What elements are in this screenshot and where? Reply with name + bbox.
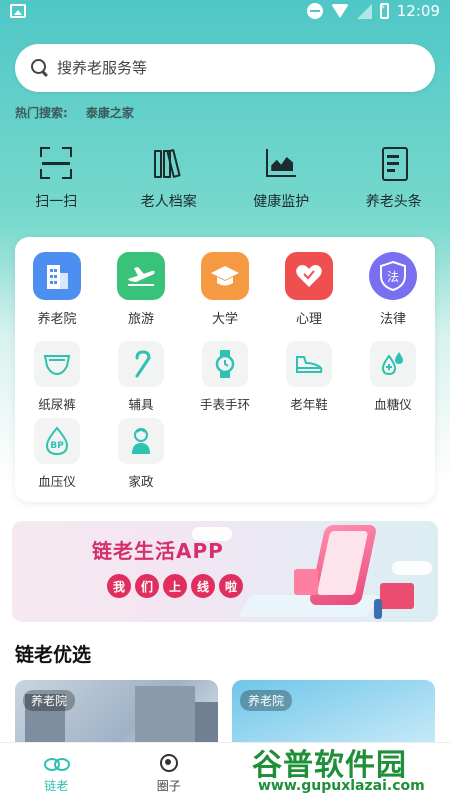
cloud-decoration [392,561,432,575]
banner-subtitle-char: 们 [135,574,159,598]
housekeeper-icon [118,418,164,464]
quick-action-label: 健康监护 [253,194,310,210]
banner-subtitle-char: 我 [107,574,131,598]
heart-icon [285,252,333,300]
service-label: 旅游 [127,312,154,327]
health-monitor-icon [263,145,299,181]
services-card: 养老院 旅游 大学 心理 法 法律 纸尿裤 辅具 手表手环 老年鞋 血糖仪 BP… [15,237,435,502]
promo-banner[interactable]: 链老生活APP 我 们 上 线 啦 [12,521,438,622]
circle-icon [157,753,181,773]
service-university[interactable]: 大学 [183,252,267,327]
service-label: 老年鞋 [290,397,328,412]
search-icon [31,59,49,77]
service-law[interactable]: 法 法律 [351,252,435,327]
hot-search-item[interactable]: 泰康之家 [86,104,134,121]
quick-action-label: 老人档案 [140,194,197,210]
service-elderly-shoes[interactable]: 老年鞋 [267,341,351,413]
diaper-icon [34,341,80,387]
service-label: 血糖仪 [374,397,412,412]
person-illustration [374,599,382,619]
service-travel[interactable]: 旅游 [99,252,183,327]
service-label: 手表手环 [199,397,250,412]
tab-lianlao[interactable]: 链老 [0,743,113,800]
news-icon [376,145,412,181]
law-glyph: 法 [387,270,399,284]
service-watch[interactable]: 手表手环 [183,341,267,413]
building-illustration [135,686,195,750]
archive-icon [151,145,187,181]
tab-label: 链老 [44,779,69,793]
quick-action-scan[interactable]: 扫一扫 [0,145,113,211]
service-assistive-device[interactable]: 辅具 [99,341,183,413]
do-not-disturb-icon [306,3,323,19]
gift-box-icon [380,583,414,609]
shopping-bag-icon [294,569,318,595]
service-label: 血压仪 [38,474,76,489]
quick-action-news[interactable]: 养老头条 [338,145,450,211]
pick-tag: 养老院 [23,690,76,711]
airplane-icon [117,252,165,300]
service-blood-pressure[interactable]: BP 血压仪 [15,418,99,490]
scan-icon [38,145,74,181]
pick-tag: 养老院 [240,690,293,711]
service-label: 养老院 [37,312,77,327]
link-icon [44,753,71,773]
wifi-icon [330,4,349,18]
quick-action-label: 扫一扫 [35,194,78,210]
quick-action-archive[interactable]: 老人档案 [113,145,226,211]
service-label: 家政 [128,474,154,489]
watch-icon [202,341,248,387]
banner-phone-illustration [308,525,378,605]
service-nursing-home[interactable]: 养老院 [15,252,99,327]
image-notification-icon [10,4,26,18]
watermark-url: www.gupuxlazai.com [258,778,425,794]
banner-title: 链老生活APP [92,539,224,563]
graduation-cap-icon [201,252,249,300]
search-input[interactable] [57,59,397,77]
section-title: 链老优选 [15,644,92,666]
hot-search: 热门搜索: 泰康之家 [15,104,134,121]
bp-glyph: BP [50,441,64,451]
service-glucose-meter[interactable]: 血糖仪 [351,341,435,413]
banner-subtitle-char: 上 [163,574,187,598]
status-time: 12:09 [396,2,440,20]
banner-subtitle: 我 们 上 线 啦 [107,574,243,598]
battery-icon [379,3,389,19]
watermark: 谷普软件园 www.gupuxlazai.com [248,738,448,796]
service-label: 辅具 [128,397,154,412]
search-bar[interactable] [15,44,435,92]
quick-actions: 扫一扫 老人档案 健康监护 养老头条 [0,145,450,211]
service-label: 法律 [379,312,406,327]
hot-search-label: 热门搜索: [15,106,68,120]
quick-action-label: 养老头条 [365,194,422,210]
blood-pressure-icon: BP [34,418,80,464]
service-housekeeping[interactable]: 家政 [99,418,183,490]
service-psychology[interactable]: 心理 [267,252,351,327]
quick-action-health[interactable]: 健康监护 [225,145,338,211]
shoe-icon [286,341,332,387]
tab-label: 圈子 [156,779,181,793]
service-label: 心理 [295,312,322,327]
banner-subtitle-char: 线 [191,574,215,598]
status-bar: 12:09 [0,0,450,24]
building-icon [33,252,81,300]
law-shield-icon: 法 [369,252,417,300]
glucose-meter-icon [370,341,416,387]
service-label: 大学 [211,312,238,327]
status-icons: 12:09 [306,2,440,20]
pick-card[interactable]: 养老院 [15,680,218,750]
service-label: 纸尿裤 [38,397,76,412]
banner-subtitle-char: 啦 [219,574,243,598]
tab-circle[interactable]: 圈子 [113,743,226,800]
service-diaper[interactable]: 纸尿裤 [15,341,99,413]
cane-icon [118,341,164,387]
signal-icon [356,3,372,19]
